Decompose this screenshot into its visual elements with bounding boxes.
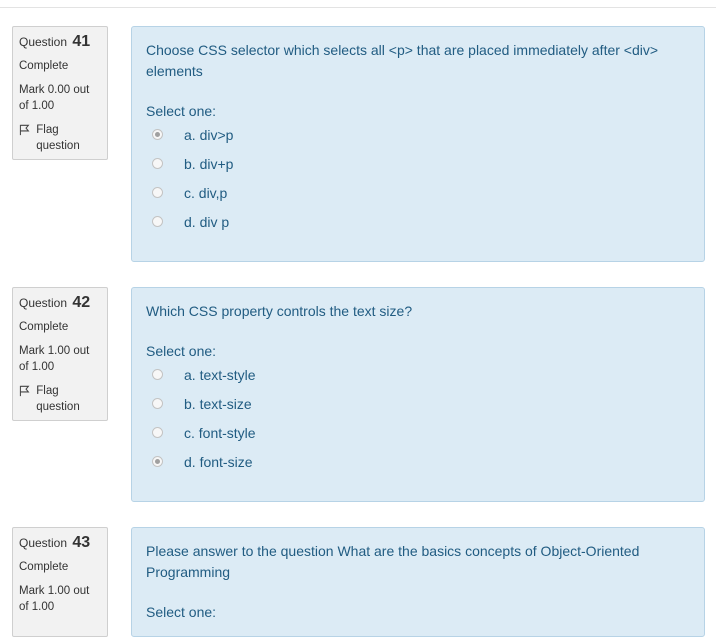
answer-option-a[interactable]: a. text-style [152,360,690,389]
option-label: c. font-style [184,424,256,441]
flag-label: Flag question [36,385,80,413]
answer-option-d[interactable]: d. font-size [152,447,690,476]
answer-options: a. div>p b. div+p c. div,p d. div p [146,120,690,236]
answer-option-a[interactable]: a. div>p [152,120,690,149]
answer-option-d[interactable]: d. div p [152,207,690,236]
question-grade: Mark 1.00 out of 1.00 [19,585,90,613]
question-label: Question [19,35,68,49]
radio-button[interactable] [152,158,163,169]
question-state: Complete [19,321,69,333]
question-content-42: Which CSS property controls the text siz… [131,287,705,502]
question-number: Question 43 [19,535,101,551]
question-info-43: Question 43 Complete Mark 1.00 out of 1.… [12,527,108,637]
question-number-value: 42 [72,294,91,311]
page-top-divider [0,7,716,8]
answer-options: a. text-style b. text-size c. font-style… [146,360,690,476]
flag-question-button[interactable]: Flag question [19,122,101,154]
option-label: a. text-style [184,366,256,383]
question-state: Complete [19,561,69,573]
question-number: Question 41 [19,34,101,50]
question-state: Complete [19,60,69,72]
question-label: Question [19,536,68,550]
question-info-41: Question 41 Complete Mark 0.00 out of 1.… [12,26,108,160]
answer-option-b[interactable]: b. text-size [152,389,690,418]
question-number-value: 41 [72,33,91,50]
option-label: c. div,p [184,184,228,201]
select-one-prompt: Select one: [146,343,217,359]
answer-option-c[interactable]: c. div,p [152,178,690,207]
flag-icon [19,124,30,136]
option-label: d. div p [184,213,230,230]
question-number: Question 42 [19,295,101,311]
question-grade: Mark 1.00 out of 1.00 [19,345,90,373]
question-content-41: Choose CSS selector which selects all <p… [131,26,705,262]
select-one-prompt: Select one: [146,604,217,620]
answer-option-c[interactable]: c. font-style [152,418,690,447]
option-label: b. text-size [184,395,252,412]
radio-button[interactable] [152,369,163,380]
answer-option-b[interactable]: b. div+p [152,149,690,178]
question-text: Choose CSS selector which selects all <p… [146,42,659,79]
flag-icon [19,385,30,397]
option-label: a. div>p [184,126,234,143]
radio-button[interactable] [152,398,163,409]
question-text: Which CSS property controls the text siz… [146,303,413,319]
radio-button[interactable] [152,456,163,467]
option-label: d. font-size [184,453,253,470]
question-number-value: 43 [72,534,91,551]
select-one-prompt: Select one: [146,103,217,119]
question-label: Question [19,296,68,310]
radio-button[interactable] [152,427,163,438]
option-label: b. div+p [184,155,234,172]
question-info-42: Question 42 Complete Mark 1.00 out of 1.… [12,287,108,421]
question-text: Please answer to the question What are t… [146,543,640,580]
radio-button[interactable] [152,129,163,140]
question-content-43: Please answer to the question What are t… [131,527,705,637]
flag-label: Flag question [36,124,80,152]
radio-button[interactable] [152,187,163,198]
radio-button[interactable] [152,216,163,227]
question-grade: Mark 0.00 out of 1.00 [19,84,90,112]
flag-question-button[interactable]: Flag question [19,383,101,415]
